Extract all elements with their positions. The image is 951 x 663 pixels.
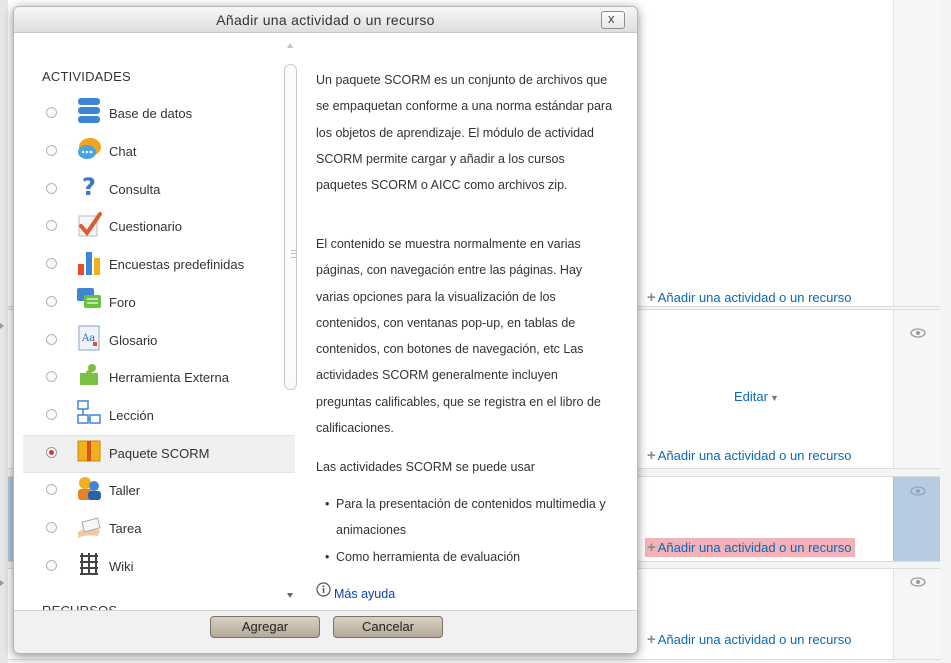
add-button[interactable]: Agregar <box>210 616 320 638</box>
left-strip <box>0 0 8 663</box>
option-chat[interactable]: Chat <box>23 134 295 170</box>
radio-button-selected[interactable] <box>46 447 57 458</box>
puzzle-icon <box>80 364 98 385</box>
info-icon <box>316 582 331 597</box>
more-help-link[interactable]: Más ayuda <box>334 581 395 607</box>
help-paragraph: Un paquete SCORM es un conjunto de archi… <box>316 73 613 193</box>
option-paquete-scorm[interactable]: Paquete SCORM <box>23 435 295 473</box>
move-arrow-icon[interactable] <box>0 323 4 329</box>
list-item: • Como herramienta de evaluación <box>325 549 521 564</box>
options-list: ACTIVIDADES Base de datos Chat ? Consult… <box>14 33 295 611</box>
radio-button[interactable] <box>46 484 57 495</box>
plus-icon: + <box>647 631 656 648</box>
radio-button[interactable] <box>46 258 57 269</box>
database-icon <box>78 98 100 123</box>
bar-chart-icon <box>78 252 100 275</box>
option-base-de-datos[interactable]: Base de datos <box>23 96 295 132</box>
radio-button[interactable] <box>46 334 57 345</box>
eye-icon[interactable] <box>910 486 926 496</box>
option-encuestas-predefinidas[interactable]: Encuestas predefinidas <box>23 247 295 283</box>
options-scrollbar[interactable] <box>282 40 299 605</box>
scroll-up-arrow-icon[interactable] <box>287 43 293 48</box>
edit-menu-link[interactable]: Editar ▼ <box>734 389 779 404</box>
dialog-footer: Agregar Cancelar <box>14 610 637 653</box>
list-item: • Para la presentación de contenidos mult… <box>325 497 606 538</box>
radio-button[interactable] <box>46 145 57 156</box>
glossary-icon: Aa <box>78 325 100 351</box>
option-taller[interactable]: Taller <box>23 473 295 509</box>
radio-button[interactable] <box>46 371 57 382</box>
activities-heading: ACTIVIDADES <box>42 69 131 84</box>
dialog-header: Añadir una actividad o un recurso x <box>14 7 637 33</box>
lesson-icon <box>77 400 101 424</box>
radio-button[interactable] <box>46 220 57 231</box>
option-glosario[interactable]: Aa Glosario <box>23 323 295 359</box>
forum-icon <box>77 288 101 308</box>
radio-button[interactable] <box>46 107 57 118</box>
scorm-package-icon <box>77 440 101 462</box>
add-activity-link[interactable]: + Añadir una actividad o un recurso <box>645 288 855 307</box>
option-leccion[interactable]: Lección <box>23 398 295 434</box>
close-icon: x <box>608 11 615 26</box>
option-cuestionario[interactable]: Cuestionario <box>23 209 295 245</box>
radio-button[interactable] <box>46 409 57 420</box>
radio-button[interactable] <box>46 296 57 307</box>
plus-icon: + <box>647 289 656 306</box>
add-activity-link-highlighted[interactable]: + Añadir una actividad o un recurso <box>645 538 856 557</box>
assignment-icon <box>78 517 101 538</box>
plus-icon: + <box>647 447 656 464</box>
option-herramienta-externa[interactable]: Herramienta Externa <box>23 360 295 396</box>
option-consulta[interactable]: ? Consulta <box>23 172 295 208</box>
add-activity-dialog: Añadir una actividad o un recurso x ACTI… <box>13 6 638 654</box>
option-tarea[interactable]: Tarea <box>23 511 295 547</box>
cancel-button[interactable]: Cancelar <box>333 616 443 638</box>
section-right-gutter <box>893 0 940 306</box>
scroll-thumb[interactable] <box>284 64 297 390</box>
plus-icon: + <box>647 539 656 556</box>
move-arrow-icon[interactable] <box>0 580 4 586</box>
add-activity-link[interactable]: + Añadir una actividad o un recurso <box>645 446 855 465</box>
help-paragraph: El contenido se muestra normalmente en v… <box>316 237 601 436</box>
chat-icon <box>78 138 101 159</box>
eye-icon[interactable] <box>910 328 926 338</box>
option-wiki[interactable]: Wiki <box>23 549 295 585</box>
wiki-icon <box>78 553 100 575</box>
scroll-down-arrow-icon[interactable] <box>287 593 293 598</box>
help-description: Un paquete SCORM es un conjunto de archi… <box>304 33 626 611</box>
workshop-icon <box>78 477 101 500</box>
quiz-checkmark-icon <box>78 212 102 237</box>
caret-down-icon: ▼ <box>769 393 779 403</box>
option-foro[interactable]: Foro <box>23 285 295 321</box>
help-list: • Para la presentación de contenidos mult… <box>316 491 616 570</box>
radio-button[interactable] <box>46 522 57 533</box>
help-paragraph: Las actividades SCORM se puede usar <box>316 460 535 474</box>
eye-icon[interactable] <box>910 577 926 587</box>
add-activity-link[interactable]: + Añadir una actividad o un recurso <box>645 630 855 649</box>
question-icon: ? <box>82 173 96 201</box>
radio-button[interactable] <box>46 560 57 571</box>
radio-button[interactable] <box>46 183 57 194</box>
svg-text:?: ? <box>82 173 96 201</box>
close-button[interactable]: x <box>601 11 625 29</box>
grip-icon <box>291 250 296 258</box>
dialog-title: Añadir una actividad o un recurso <box>216 12 435 28</box>
